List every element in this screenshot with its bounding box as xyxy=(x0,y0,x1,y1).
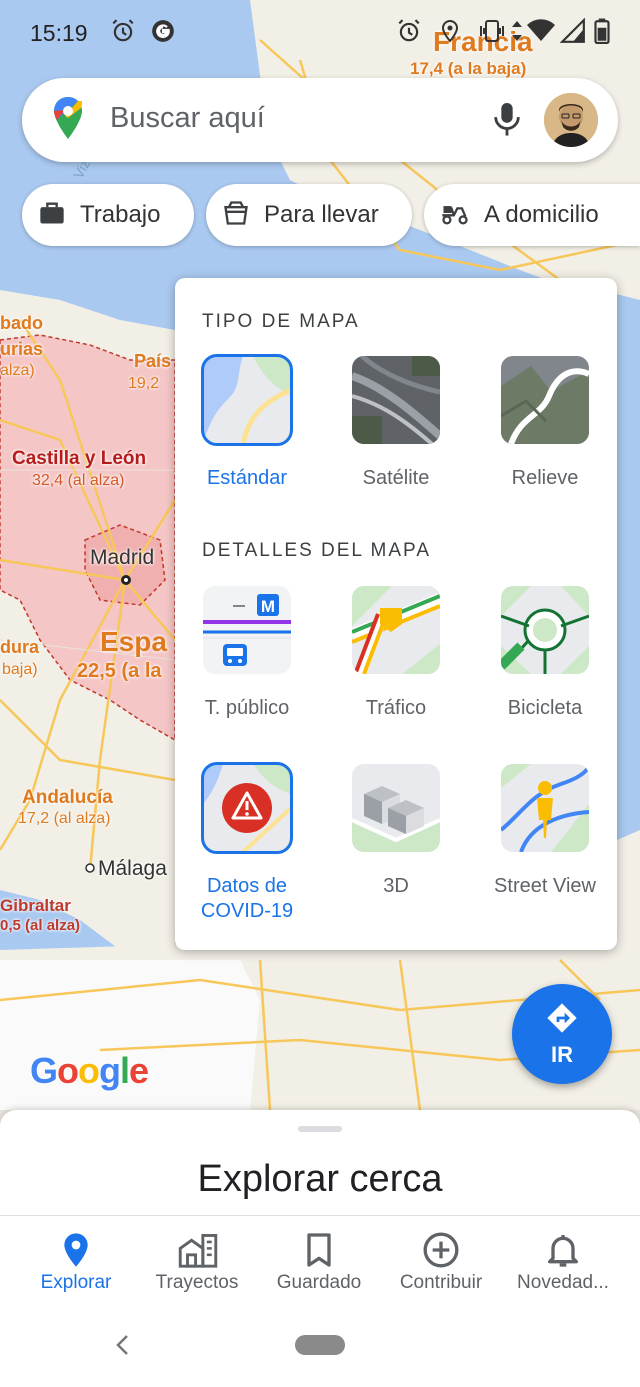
chip-label: A domicilio xyxy=(484,201,599,228)
map-label-asturias[interactable]: urias xyxy=(0,340,43,358)
detail-street-view[interactable]: Street View xyxy=(480,764,610,899)
search-bar[interactable]: Buscar aquí xyxy=(22,78,618,162)
alarm-icon xyxy=(396,18,422,49)
map-label-andalucia[interactable]: Andalucía xyxy=(22,788,113,807)
bicycle-thumb-icon xyxy=(501,586,589,674)
avatar[interactable] xyxy=(544,93,598,147)
estandar-thumb-icon xyxy=(201,354,293,446)
detail-bicicleta[interactable]: Bicicleta xyxy=(480,586,610,721)
satelite-thumb-icon xyxy=(352,356,440,444)
map-label-espana[interactable]: Espa xyxy=(100,628,167,656)
battery-icon xyxy=(594,18,610,49)
nav-novedades[interactable]: Novedad... xyxy=(499,1216,627,1311)
detail-label: Bicicleta xyxy=(507,697,583,719)
nav-label: Novedad... xyxy=(517,1272,609,1293)
nav-trayectos[interactable]: Trayectos xyxy=(133,1216,261,1311)
explore-bottom-sheet[interactable]: Explorar cerca xyxy=(0,1110,640,1215)
detail-label: 3D xyxy=(383,875,409,897)
chip-label: Trabajo xyxy=(80,201,161,228)
search-input[interactable]: Buscar aquí xyxy=(110,102,265,135)
alarm-icon xyxy=(110,18,136,49)
delivery-icon xyxy=(440,199,470,232)
bookmark-icon xyxy=(299,1230,339,1270)
map-label-andalucia-sub: 17,2 (al alza) xyxy=(18,810,111,827)
map-label-castilla-leon-sub: 32,4 (al alza) xyxy=(32,472,125,489)
directions-button[interactable]: IR xyxy=(512,984,612,1084)
commute-icon xyxy=(177,1230,218,1270)
traffic-thumb-icon xyxy=(352,586,440,674)
map-label-madrid[interactable]: Madrid xyxy=(90,547,154,568)
detail-label: Street View xyxy=(494,875,596,897)
add-circle-icon xyxy=(421,1230,461,1270)
chip-para-llevar[interactable]: Para llevar xyxy=(206,184,412,246)
data-arrows-icon xyxy=(510,18,524,49)
nav-label: Trayectos xyxy=(155,1272,239,1293)
google-logo: Google xyxy=(30,1050,149,1091)
nav-label: Explorar xyxy=(40,1272,112,1293)
map-type-estandar[interactable]: Estándar xyxy=(182,354,312,491)
map-label-espana-sub: 22,5 (a la xyxy=(77,660,162,682)
location-icon xyxy=(438,18,462,49)
chip-a-domicilio[interactable]: A domicilio xyxy=(424,184,640,246)
transit-thumb-icon: M xyxy=(203,586,291,674)
map-label-gibraltar-sub: 0,5 (al alza) xyxy=(0,917,81,934)
directions-label: IR xyxy=(551,1042,573,1067)
takeout-icon xyxy=(222,199,250,232)
map-label-extremadura-sub: baja) xyxy=(2,661,38,678)
status-bar: 15:19 xyxy=(0,0,640,64)
signal-icon xyxy=(559,17,586,49)
google-g-icon xyxy=(150,18,176,49)
covid-thumb-icon xyxy=(201,762,293,854)
status-time: 15:19 xyxy=(30,20,88,46)
sheet-drag-handle[interactable] xyxy=(298,1126,342,1132)
directions-icon xyxy=(546,1002,578,1039)
map-details-title: DETALLES DEL MAPA xyxy=(202,540,431,561)
map-label-cantabria[interactable]: bado xyxy=(0,314,43,332)
map-label-pais-vasco[interactable]: País xyxy=(134,352,171,370)
bottom-nav: Explorar Trayectos Guardado Contribuir N… xyxy=(0,1215,640,1310)
nav-label: Guardado xyxy=(276,1272,362,1293)
3d-buildings-thumb-icon xyxy=(352,764,440,852)
back-icon[interactable] xyxy=(112,1332,134,1363)
detail-label: Datos de COVID-19 xyxy=(200,875,294,922)
wifi-icon xyxy=(526,18,556,49)
nav-explorar[interactable]: Explorar xyxy=(12,1216,140,1311)
nav-contribuir[interactable]: Contribuir xyxy=(377,1216,505,1311)
detail-transporte-publico[interactable]: M T. público xyxy=(182,586,312,721)
chip-trabajo[interactable]: Trabajo xyxy=(22,184,194,246)
mic-icon[interactable] xyxy=(490,100,524,145)
map-type-title: TIPO DE MAPA xyxy=(202,311,360,332)
detail-label: T. público xyxy=(204,697,290,719)
nav-label: Contribuir xyxy=(399,1272,483,1293)
location-pin-icon xyxy=(56,1230,96,1270)
detail-3d[interactable]: 3D xyxy=(331,764,461,899)
sheet-title: Explorar cerca xyxy=(197,1158,443,1200)
system-navigation-bar xyxy=(0,1310,640,1387)
detail-covid19[interactable]: Datos de COVID-19 xyxy=(182,762,312,924)
map-label-extremadura[interactable]: dura xyxy=(0,638,39,656)
map-type-label: Relieve xyxy=(511,467,579,489)
map-type-label: Satélite xyxy=(362,467,430,489)
home-pill[interactable] xyxy=(295,1335,345,1355)
map-label-pais-vasco-sub: 19,2 xyxy=(128,375,160,392)
detail-trafico[interactable]: Tráfico xyxy=(331,586,461,721)
svg-text:M: M xyxy=(261,597,275,616)
bell-icon xyxy=(543,1230,583,1270)
detail-label: Tráfico xyxy=(365,697,427,719)
relieve-thumb-icon xyxy=(501,356,589,444)
map-label-asturias-sub: alza) xyxy=(0,362,35,379)
map-label-gibraltar[interactable]: Gibraltar xyxy=(0,897,71,914)
briefcase-icon xyxy=(38,199,66,232)
map-label-malaga[interactable]: Málaga xyxy=(98,858,167,879)
google-maps-logo-icon xyxy=(52,95,84,148)
street-view-thumb-icon xyxy=(501,764,589,852)
map-type-satelite[interactable]: Satélite xyxy=(331,356,461,491)
vibrate-icon xyxy=(478,18,506,49)
chip-label: Para llevar xyxy=(264,201,379,228)
nav-guardado[interactable]: Guardado xyxy=(255,1216,383,1311)
map-type-label: Estándar xyxy=(206,467,288,489)
layers-panel: TIPO DE MAPA Estándar Satélite Relieve D… xyxy=(175,278,617,950)
map-label-castilla-leon[interactable]: Castilla y León xyxy=(12,449,146,468)
map-type-relieve[interactable]: Relieve xyxy=(480,356,610,491)
